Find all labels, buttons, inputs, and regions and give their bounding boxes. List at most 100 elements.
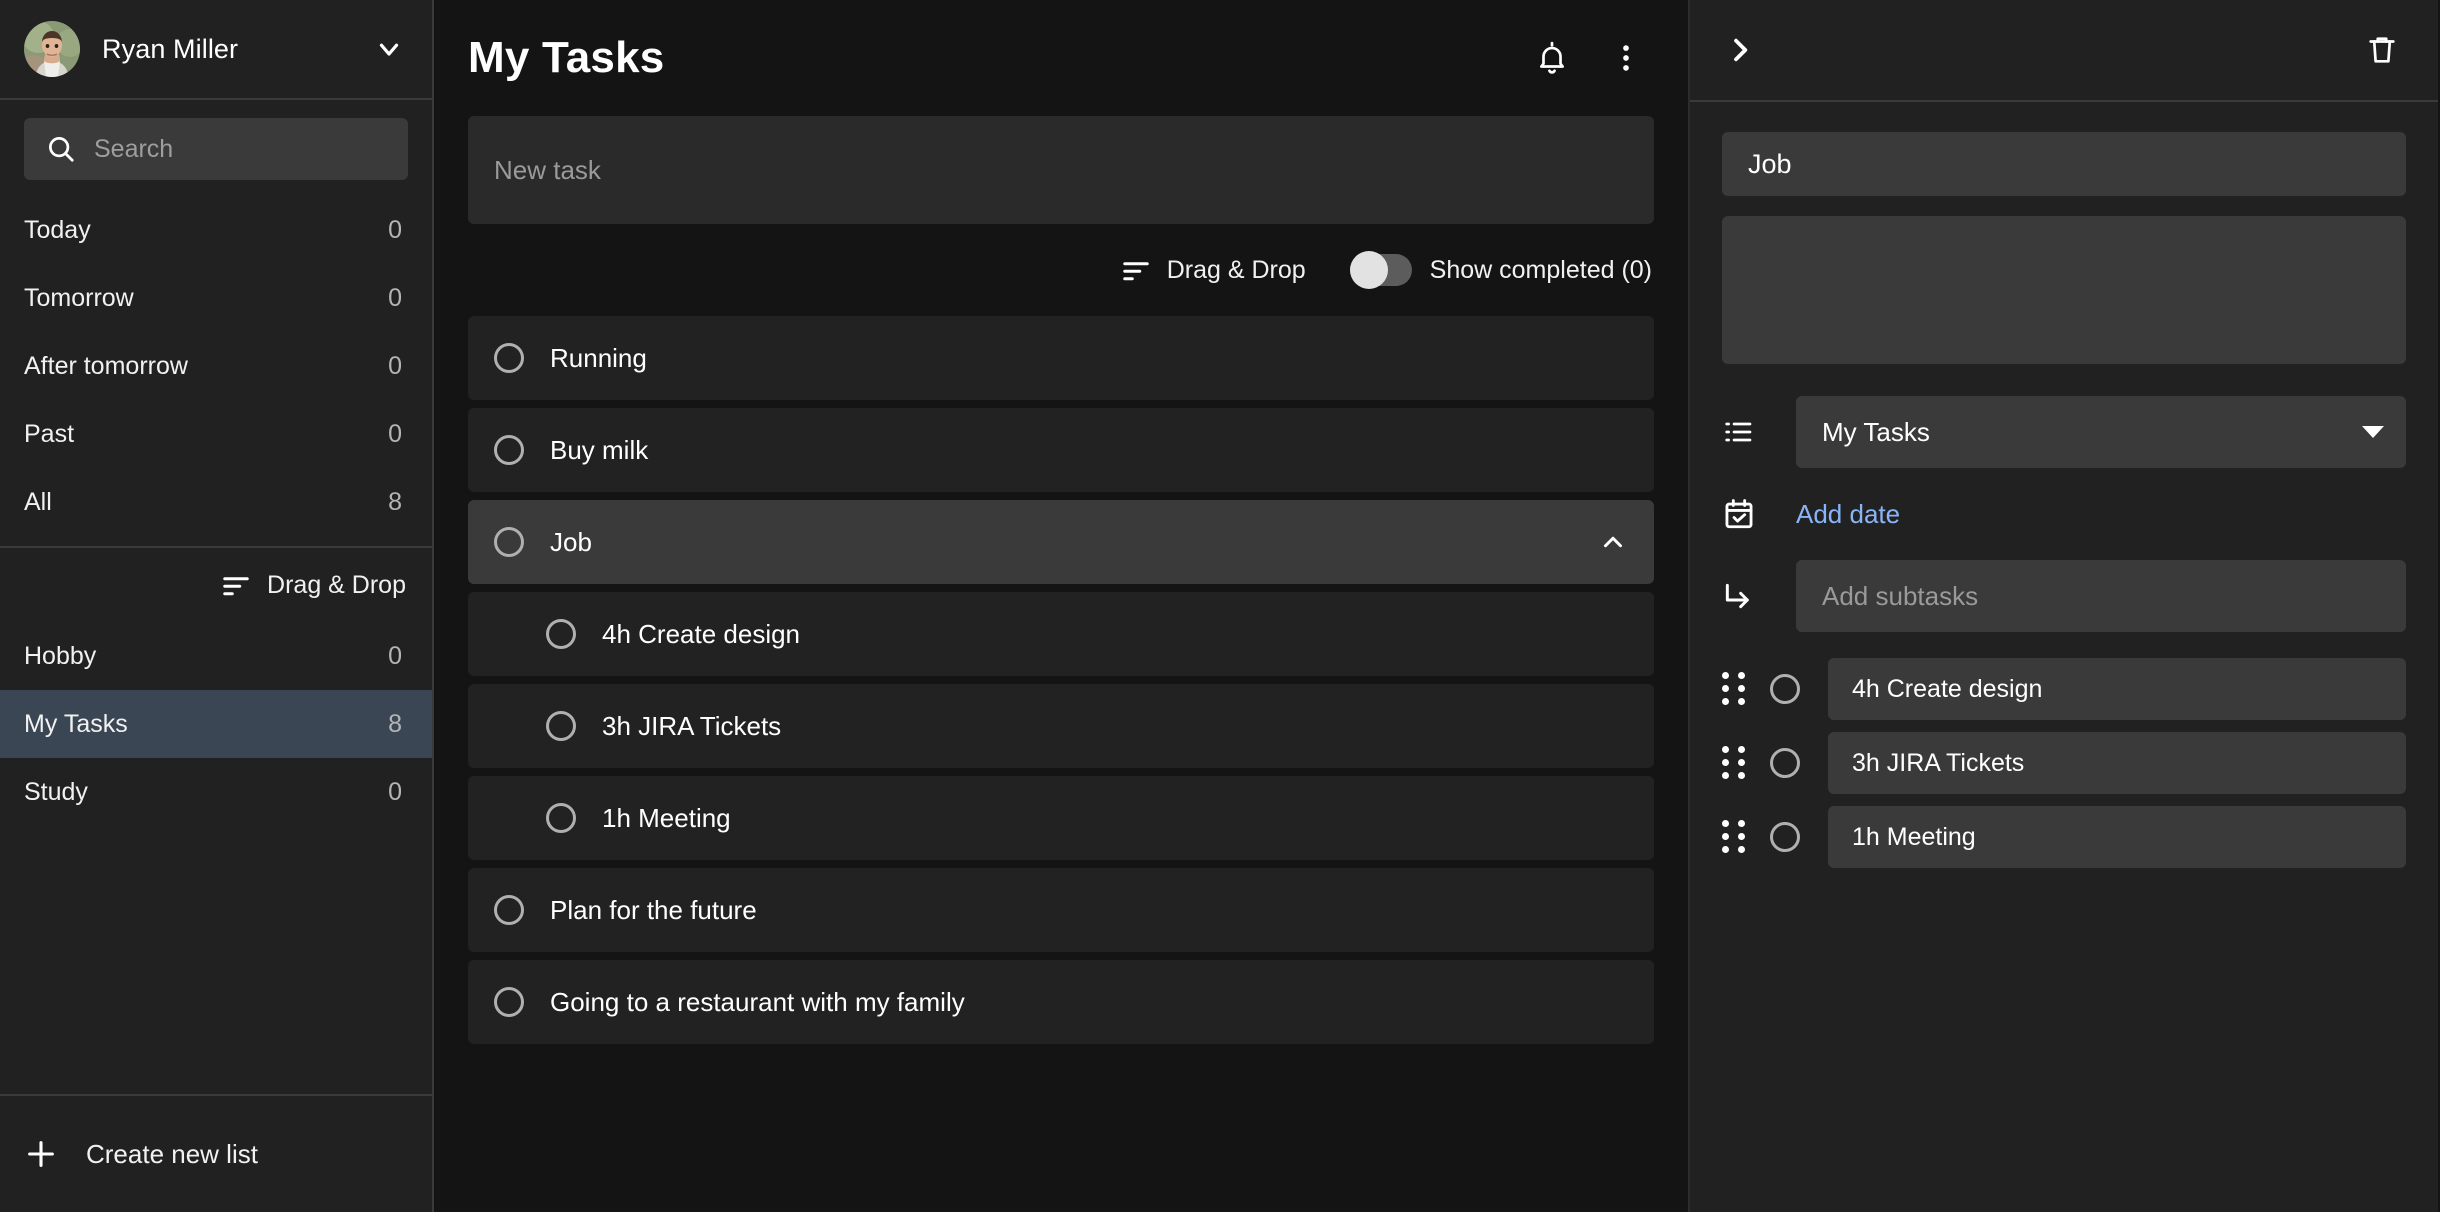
subtask-field[interactable] (1828, 732, 2406, 794)
new-task-box[interactable] (468, 116, 1654, 224)
subdirectory-arrow-icon (1722, 576, 1766, 616)
drag-handle-icon[interactable] (1722, 672, 1748, 706)
task-checkbox-circle-icon[interactable] (546, 619, 576, 649)
subtask-row[interactable] (1722, 806, 2406, 868)
sidebar-item-label: After tomorrow (24, 351, 188, 380)
avatar-image (24, 21, 80, 77)
subtask-checkbox-circle-icon[interactable] (1770, 674, 1800, 704)
task-title: Buy milk (550, 434, 649, 465)
sidebar-item-count: 0 (388, 641, 402, 670)
add-date-link[interactable]: Add date (1796, 499, 1900, 530)
add-subtasks-input[interactable] (1822, 580, 2380, 612)
show-completed-toggle[interactable] (1349, 251, 1412, 289)
sidebar-item-count: 0 (388, 215, 402, 244)
task-title-field[interactable] (1722, 132, 2406, 196)
subtask-field[interactable] (1828, 806, 2406, 868)
subtask-input[interactable] (1852, 822, 2382, 852)
sidebar-item-study[interactable]: Study 0 (0, 758, 432, 826)
sidebar: Ryan Miller Today 0 Tomorrow 0 (0, 0, 434, 1212)
task-checkbox-circle-icon[interactable] (494, 895, 524, 925)
sidebar-item-label: Tomorrow (24, 283, 134, 312)
sidebar-item-past[interactable]: Past 0 (0, 400, 432, 468)
more-options-icon[interactable] (1604, 36, 1648, 80)
trash-icon[interactable] (2362, 30, 2402, 70)
chevron-down-icon[interactable] (374, 34, 404, 64)
task-title: Job (550, 526, 592, 557)
task-row-subtask[interactable]: 1h Meeting (468, 776, 1654, 860)
task-title-input[interactable] (1748, 148, 2380, 180)
sidebar-item-count: 8 (388, 487, 402, 516)
date-filter-list: Today 0 Tomorrow 0 After tomorrow 0 Past… (0, 196, 432, 548)
toggle-knob (1349, 251, 1388, 289)
list-select-value: My Tasks (1822, 416, 1930, 447)
drag-handle-icon[interactable] (1722, 746, 1748, 780)
show-completed-label: Show completed (0) (1429, 255, 1652, 284)
search-box[interactable] (24, 118, 416, 180)
detail-header (1690, 0, 2438, 102)
subtask-row[interactable] (1722, 658, 2406, 720)
task-row[interactable]: Running (468, 316, 1654, 400)
drag-handle-icon[interactable] (1722, 820, 1748, 854)
add-subtasks-box[interactable] (1796, 560, 2406, 632)
subtask-field[interactable] (1828, 658, 2406, 720)
sort-icon[interactable] (1121, 255, 1151, 285)
task-description-input[interactable] (1746, 234, 2382, 346)
create-new-list-label: Create new list (86, 1138, 258, 1169)
task-row-subtask[interactable]: 3h JIRA Tickets (468, 684, 1654, 768)
task-row[interactable]: Plan for the future (468, 868, 1654, 952)
list-icon (1722, 412, 1766, 452)
sidebar-item-after-tomorrow[interactable]: After tomorrow 0 (0, 332, 432, 400)
sidebar-item-label: Hobby (24, 641, 97, 670)
new-task-input[interactable] (494, 154, 1628, 186)
task-title: Running (550, 342, 647, 373)
sidebar-item-today[interactable]: Today 0 (0, 196, 432, 264)
sidebar-item-all[interactable]: All 8 (0, 468, 432, 536)
detail-body: My Tasks Add date (1690, 102, 2438, 1212)
task-title: 1h Meeting (602, 802, 731, 833)
task-checkbox-circle-icon[interactable] (494, 343, 524, 373)
task-checkbox-circle-icon[interactable] (494, 435, 524, 465)
list-select[interactable]: My Tasks (1796, 396, 2406, 468)
sidebar-item-tomorrow[interactable]: Tomorrow 0 (0, 264, 432, 332)
task-checkbox-circle-icon[interactable] (494, 527, 524, 557)
notifications-bell-icon[interactable] (1530, 36, 1574, 80)
subtask-input[interactable] (1852, 674, 2382, 704)
task-title: 4h Create design (602, 618, 801, 649)
chevron-up-icon[interactable] (1598, 527, 1628, 557)
task-title: 3h JIRA Tickets (602, 710, 782, 741)
sidebar-item-count: 8 (388, 709, 402, 738)
caret-down-icon (2362, 426, 2384, 438)
list-selector-row: My Tasks (1722, 396, 2406, 468)
sidebar-item-label: Today (24, 215, 91, 244)
subtask-checkbox-circle-icon[interactable] (1770, 748, 1800, 778)
list-toolbar: Drag & Drop Show completed (0) (434, 224, 1688, 316)
sidebar-item-my-tasks[interactable]: My Tasks 8 (0, 690, 432, 758)
sidebar-drag-drop-label: Drag & Drop (267, 570, 406, 599)
task-row[interactable]: Buy milk (468, 408, 1654, 492)
task-row-selected[interactable]: Job (468, 500, 1654, 584)
sidebar-item-count: 0 (388, 419, 402, 448)
sidebar-item-count: 0 (388, 283, 402, 312)
chevron-right-icon[interactable] (1720, 30, 1760, 70)
sidebar-item-count: 0 (388, 777, 402, 806)
create-new-list-button[interactable]: Create new list (0, 1094, 432, 1212)
sidebar-drag-drop-toggle[interactable]: Drag & Drop (0, 548, 432, 622)
task-row[interactable]: Going to a restaurant with my family (468, 960, 1654, 1044)
task-checkbox-circle-icon[interactable] (546, 803, 576, 833)
subtask-input[interactable] (1852, 748, 2382, 778)
task-title: Plan for the future (550, 894, 757, 925)
main-panel: My Tasks Drag & Drop Show completed (0) (434, 0, 1690, 1212)
user-profile-header[interactable]: Ryan Miller (0, 0, 432, 100)
subtask-row[interactable] (1722, 732, 2406, 794)
add-date-row: Add date (1722, 494, 2406, 534)
task-checkbox-circle-icon[interactable] (494, 987, 524, 1017)
task-description-field[interactable] (1722, 216, 2406, 364)
task-checkbox-circle-icon[interactable] (546, 711, 576, 741)
sidebar-item-hobby[interactable]: Hobby 0 (0, 622, 432, 690)
subtask-checkbox-circle-icon[interactable] (1770, 822, 1800, 852)
task-row-subtask[interactable]: 4h Create design (468, 592, 1654, 676)
search-input[interactable] (94, 134, 416, 164)
calendar-check-icon (1722, 494, 1766, 534)
add-subtasks-row (1722, 560, 2406, 632)
task-list: Running Buy milk Job 4h Create design 3h… (434, 316, 1688, 1212)
